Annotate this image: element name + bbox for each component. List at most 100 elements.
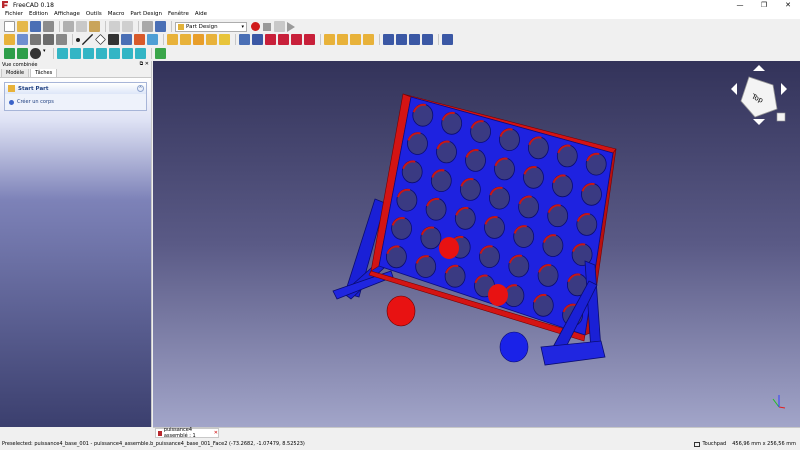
pipe-icon[interactable] xyxy=(206,34,217,45)
workbench-selector[interactable]: Part Design ▾ xyxy=(175,21,247,32)
menu-fichier[interactable]: Fichier xyxy=(2,10,26,19)
undo-icon[interactable] xyxy=(109,21,120,32)
draw-style-icon[interactable] xyxy=(30,48,41,59)
copy-icon[interactable] xyxy=(76,21,87,32)
task-view: Start Part ⌃ Créer un corps xyxy=(0,78,151,427)
point-icon[interactable] xyxy=(76,37,80,42)
mirrored-icon[interactable] xyxy=(324,34,335,45)
multi-transform-icon[interactable] xyxy=(363,34,374,45)
whats-this-icon[interactable] xyxy=(155,21,166,32)
clone-icon[interactable] xyxy=(147,34,158,45)
draft-icon[interactable] xyxy=(409,34,420,45)
fit-selection-icon[interactable] xyxy=(17,48,28,59)
right-view-icon[interactable] xyxy=(96,48,107,59)
chevron-down-icon: ▾ xyxy=(241,23,244,30)
redo-icon[interactable] xyxy=(122,21,133,32)
navigation-cube[interactable]: Top xyxy=(731,65,787,125)
3d-viewport[interactable]: Top xyxy=(153,61,800,427)
thickness-icon[interactable] xyxy=(422,34,433,45)
line-icon[interactable] xyxy=(82,34,93,45)
toolbar-separator xyxy=(72,34,73,45)
polar-pattern-icon[interactable] xyxy=(350,34,361,45)
subtractive-primitive-icon[interactable] xyxy=(304,34,315,45)
toolbar-separator xyxy=(151,48,152,59)
paste-icon[interactable] xyxy=(89,21,100,32)
task-action-create-body[interactable]: Créer un corps xyxy=(5,94,146,110)
boolean-icon[interactable] xyxy=(442,34,453,45)
macro-play-button[interactable] xyxy=(287,21,295,32)
navcube-down-arrow[interactable] xyxy=(753,119,765,125)
plane-icon[interactable] xyxy=(95,34,106,45)
loft-icon[interactable] xyxy=(193,34,204,45)
additive-primitive-icon[interactable] xyxy=(219,34,230,45)
menu-fenetre[interactable]: Fenêtre xyxy=(165,10,192,19)
close-icon[interactable]: ✕ xyxy=(214,430,218,436)
menu-aide[interactable]: Aide xyxy=(192,10,210,19)
navcube-rotate-left-arrow[interactable] xyxy=(731,83,737,95)
groove-icon[interactable] xyxy=(265,34,276,45)
navcube-up-arrow[interactable] xyxy=(753,65,765,71)
new-document-icon[interactable] xyxy=(4,21,15,32)
subtractive-pipe-icon[interactable] xyxy=(291,34,302,45)
title-bar: FreeCAD 0.18 — ❐ ✕ xyxy=(0,0,800,10)
isometric-view-icon[interactable] xyxy=(57,48,68,59)
chevron-down-icon[interactable]: ▾ xyxy=(43,48,48,59)
linear-pattern-icon[interactable] xyxy=(337,34,348,45)
revolution-icon[interactable] xyxy=(180,34,191,45)
menu-outils[interactable]: Outils xyxy=(83,10,105,19)
fillet-icon[interactable] xyxy=(383,34,394,45)
link-sub-icon[interactable] xyxy=(43,34,54,45)
toolbar-separator xyxy=(379,34,380,45)
body-icon xyxy=(9,99,14,105)
sub-shape-binder-icon[interactable] xyxy=(134,34,145,45)
pocket-icon[interactable] xyxy=(239,34,250,45)
minimize-button[interactable]: — xyxy=(728,0,752,10)
link-import-icon[interactable] xyxy=(56,34,67,45)
front-view-icon[interactable] xyxy=(70,48,81,59)
chamfer-icon[interactable] xyxy=(396,34,407,45)
touchpad-icon xyxy=(694,441,701,447)
menu-macro[interactable]: Macro xyxy=(105,10,128,19)
navcube-mini-cube[interactable] xyxy=(776,112,786,122)
save-icon[interactable] xyxy=(30,21,41,32)
tab-taches[interactable]: Tâches xyxy=(30,68,58,77)
menu-affichage[interactable]: Affichage xyxy=(51,10,83,19)
maximize-button[interactable]: ❐ xyxy=(752,0,776,10)
bottom-view-icon[interactable] xyxy=(122,48,133,59)
group-folder-icon[interactable] xyxy=(17,34,28,45)
token-red-loose xyxy=(386,295,416,327)
navigation-style-selector[interactable]: Touchpad xyxy=(694,441,726,447)
link-icon[interactable] xyxy=(30,34,41,45)
rear-view-icon[interactable] xyxy=(109,48,120,59)
combo-view-title: Vue combinée xyxy=(2,62,38,68)
combo-view-header: Vue combinée ⧉ ✕ xyxy=(0,61,151,69)
local-coordinate-icon[interactable] xyxy=(108,34,119,45)
top-view-icon[interactable] xyxy=(83,48,94,59)
open-folder-icon[interactable] xyxy=(17,21,28,32)
left-view-icon[interactable] xyxy=(135,48,146,59)
print-icon[interactable] xyxy=(43,21,54,32)
cut-icon[interactable] xyxy=(63,21,74,32)
macro-record-button[interactable] xyxy=(251,22,260,31)
std-part-icon[interactable] xyxy=(4,34,15,45)
toolbar-separator xyxy=(163,34,164,45)
tab-modele[interactable]: Modèle xyxy=(1,68,30,77)
refresh-icon[interactable] xyxy=(142,21,153,32)
macro-stop-button[interactable] xyxy=(263,22,271,31)
shape-binder-icon[interactable] xyxy=(121,34,132,45)
collapse-icon[interactable]: ⌃ xyxy=(137,85,144,92)
pad-icon[interactable] xyxy=(167,34,178,45)
close-button[interactable]: ✕ xyxy=(776,0,800,10)
menu-edition[interactable]: Edition xyxy=(26,10,51,19)
measure-distance-icon[interactable] xyxy=(155,48,166,59)
toolbar-separator xyxy=(105,21,106,32)
subtractive-loft-icon[interactable] xyxy=(278,34,289,45)
navcube-rotate-right-arrow[interactable] xyxy=(781,83,787,95)
macro-edit-icon[interactable] xyxy=(274,21,285,32)
document-tab[interactable]: puissance4 assemblé : 1 ✕ xyxy=(155,427,219,439)
task-panel-header[interactable]: Start Part ⌃ xyxy=(5,83,146,94)
fit-all-icon[interactable] xyxy=(4,48,15,59)
menu-part-design[interactable]: Part Design xyxy=(127,10,165,19)
panel-float-close-icon[interactable]: ⧉ ✕ xyxy=(140,61,149,67)
hole-icon[interactable] xyxy=(252,34,263,45)
